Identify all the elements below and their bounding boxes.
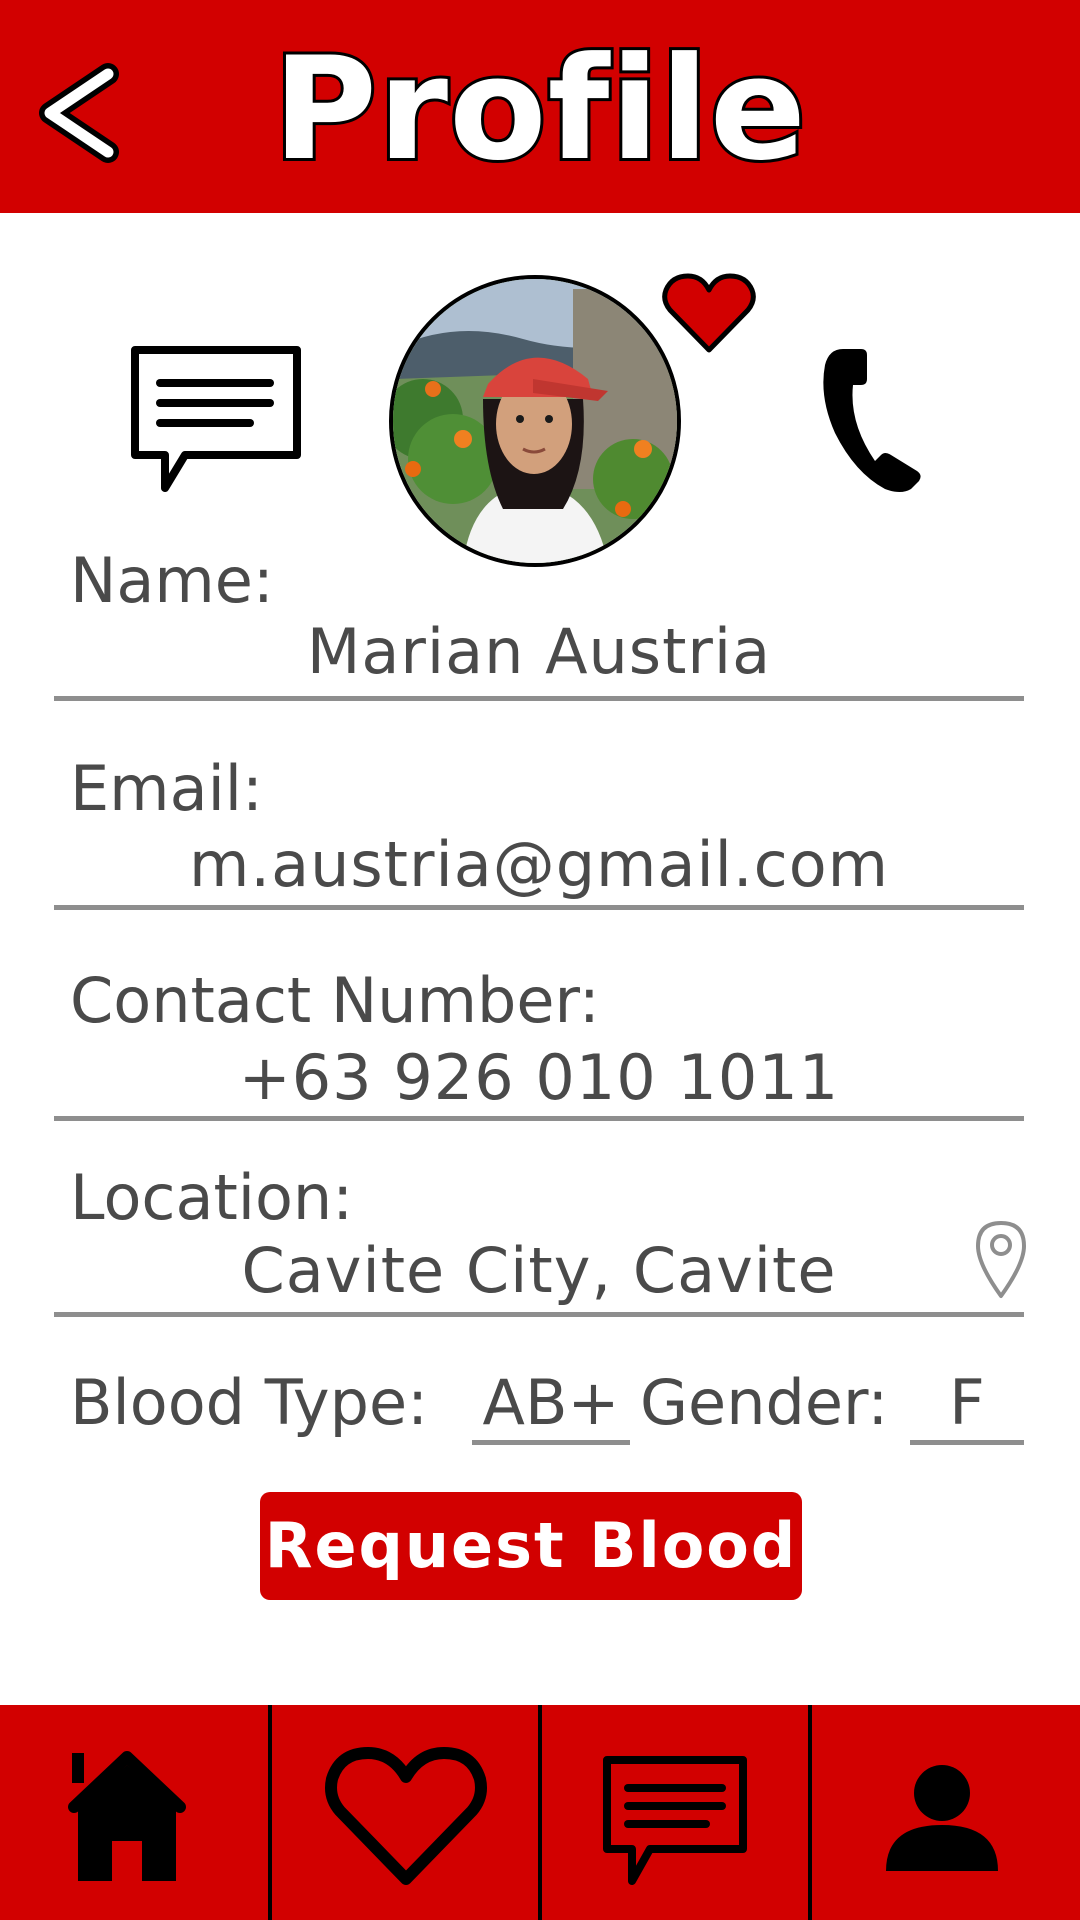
call-button[interactable] <box>815 343 935 495</box>
request-blood-button[interactable]: Request Blood <box>260 1492 802 1600</box>
contact-underline <box>54 1116 1024 1121</box>
location-pin-button[interactable] <box>972 1218 1030 1300</box>
email-label: Email: <box>70 752 263 825</box>
email-value: m.austria@gmail.com <box>188 828 890 901</box>
contact-value: +63 926 010 1011 <box>238 1041 840 1114</box>
profile-screen: Profile Name: Marian Austria Email: m.au… <box>0 0 1080 1920</box>
nav-home[interactable] <box>0 1705 268 1920</box>
header-bar: Profile <box>0 0 1080 213</box>
page-title: Profile <box>270 27 809 193</box>
blood-type-label: Blood Type: <box>70 1366 428 1439</box>
gender-label: Gender: <box>640 1366 889 1439</box>
profile-photo <box>393 279 677 563</box>
message-button[interactable] <box>130 345 302 495</box>
gender-value: F <box>949 1366 985 1439</box>
home-icon <box>68 1751 186 1881</box>
gender-underline <box>910 1440 1024 1445</box>
location-label: Location: <box>70 1161 354 1234</box>
location-value: Cavite City, Cavite <box>241 1234 837 1307</box>
message-icon <box>131 346 301 492</box>
contact-label: Contact Number: <box>70 964 600 1037</box>
name-value: Marian Austria <box>306 615 772 688</box>
heart-icon <box>325 1747 487 1885</box>
name-underline <box>54 696 1024 701</box>
blood-type-value: AB+ <box>482 1366 620 1439</box>
location-pin-icon <box>976 1221 1026 1298</box>
nav-messages[interactable] <box>542 1705 808 1920</box>
name-label: Name: <box>70 544 274 617</box>
avatar <box>389 275 681 567</box>
nav-profile[interactable] <box>812 1705 1080 1920</box>
favorite-button[interactable] <box>660 270 758 358</box>
message-icon <box>603 1756 747 1885</box>
location-underline <box>54 1312 1024 1317</box>
user-icon <box>886 1765 998 1871</box>
phone-icon <box>823 349 921 492</box>
heart-icon <box>662 273 756 353</box>
blood-type-underline <box>472 1440 630 1445</box>
nav-favorites[interactable] <box>272 1705 538 1920</box>
email-underline <box>54 905 1024 910</box>
bottom-nav <box>0 1705 1080 1920</box>
